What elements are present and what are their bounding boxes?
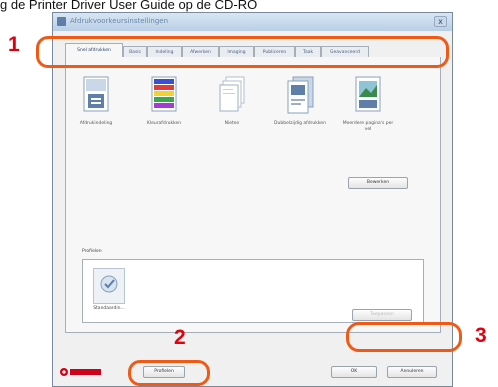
edit-button[interactable]: Bewerken xyxy=(348,177,408,189)
quick-print-option[interactable]: Dubbelzijdig afdrukken xyxy=(272,75,328,147)
preset-icon xyxy=(93,268,125,304)
page-stack-icon xyxy=(219,76,245,112)
quick-print-option-label: Meerdere pagina's per vel xyxy=(342,121,394,132)
tab-bar-callout xyxy=(36,36,449,68)
quick-print-option-label: Nieten xyxy=(224,121,240,126)
quick-print-option[interactable]: Kleurafdrukken xyxy=(136,75,192,147)
preset-default[interactable]: Standaardin... xyxy=(87,268,131,320)
title-bar: Afdrukvoorkeursinstellingen x xyxy=(53,13,452,31)
quick-print-option-label: Kleurafdrukken xyxy=(146,121,182,126)
printer-app-icon xyxy=(57,17,66,26)
quick-print-panel: Afdrukindeling Kleurafdrukken Nieten Dub… xyxy=(65,57,441,333)
color-bars-icon xyxy=(151,76,177,112)
photo-icon xyxy=(355,76,381,112)
quick-print-option[interactable]: Meerdere pagina's per vel xyxy=(340,75,396,147)
dialog-footer: Profielen OK Annuleren xyxy=(53,353,452,386)
quick-print-option-label: Dubbelzijdig afdrukken xyxy=(274,121,326,126)
cancel-button[interactable]: Annuleren xyxy=(387,366,437,378)
callout-number: 1 xyxy=(8,33,20,56)
preset-label: Standaardin... xyxy=(93,306,125,311)
kyocera-logo xyxy=(60,368,101,376)
callout-number: 2 xyxy=(174,326,186,349)
close-button[interactable]: x xyxy=(434,16,447,27)
callout-number: 3 xyxy=(475,324,487,347)
profiles-callout xyxy=(128,360,210,386)
apply-callout xyxy=(346,322,462,352)
quick-print-option-label: Afdrukindeling xyxy=(79,121,113,126)
quick-print-option[interactable]: Afdrukindeling xyxy=(68,75,124,147)
document-icon xyxy=(83,76,109,112)
window-title: Afdrukvoorkeursinstellingen xyxy=(70,17,169,25)
duplex-icon xyxy=(287,76,314,114)
presets-label: Profielen xyxy=(82,249,102,254)
ok-button[interactable]: OK xyxy=(331,366,377,378)
apply-button[interactable]: Toepassen xyxy=(352,309,412,321)
quick-print-option[interactable]: Nieten xyxy=(204,75,260,147)
